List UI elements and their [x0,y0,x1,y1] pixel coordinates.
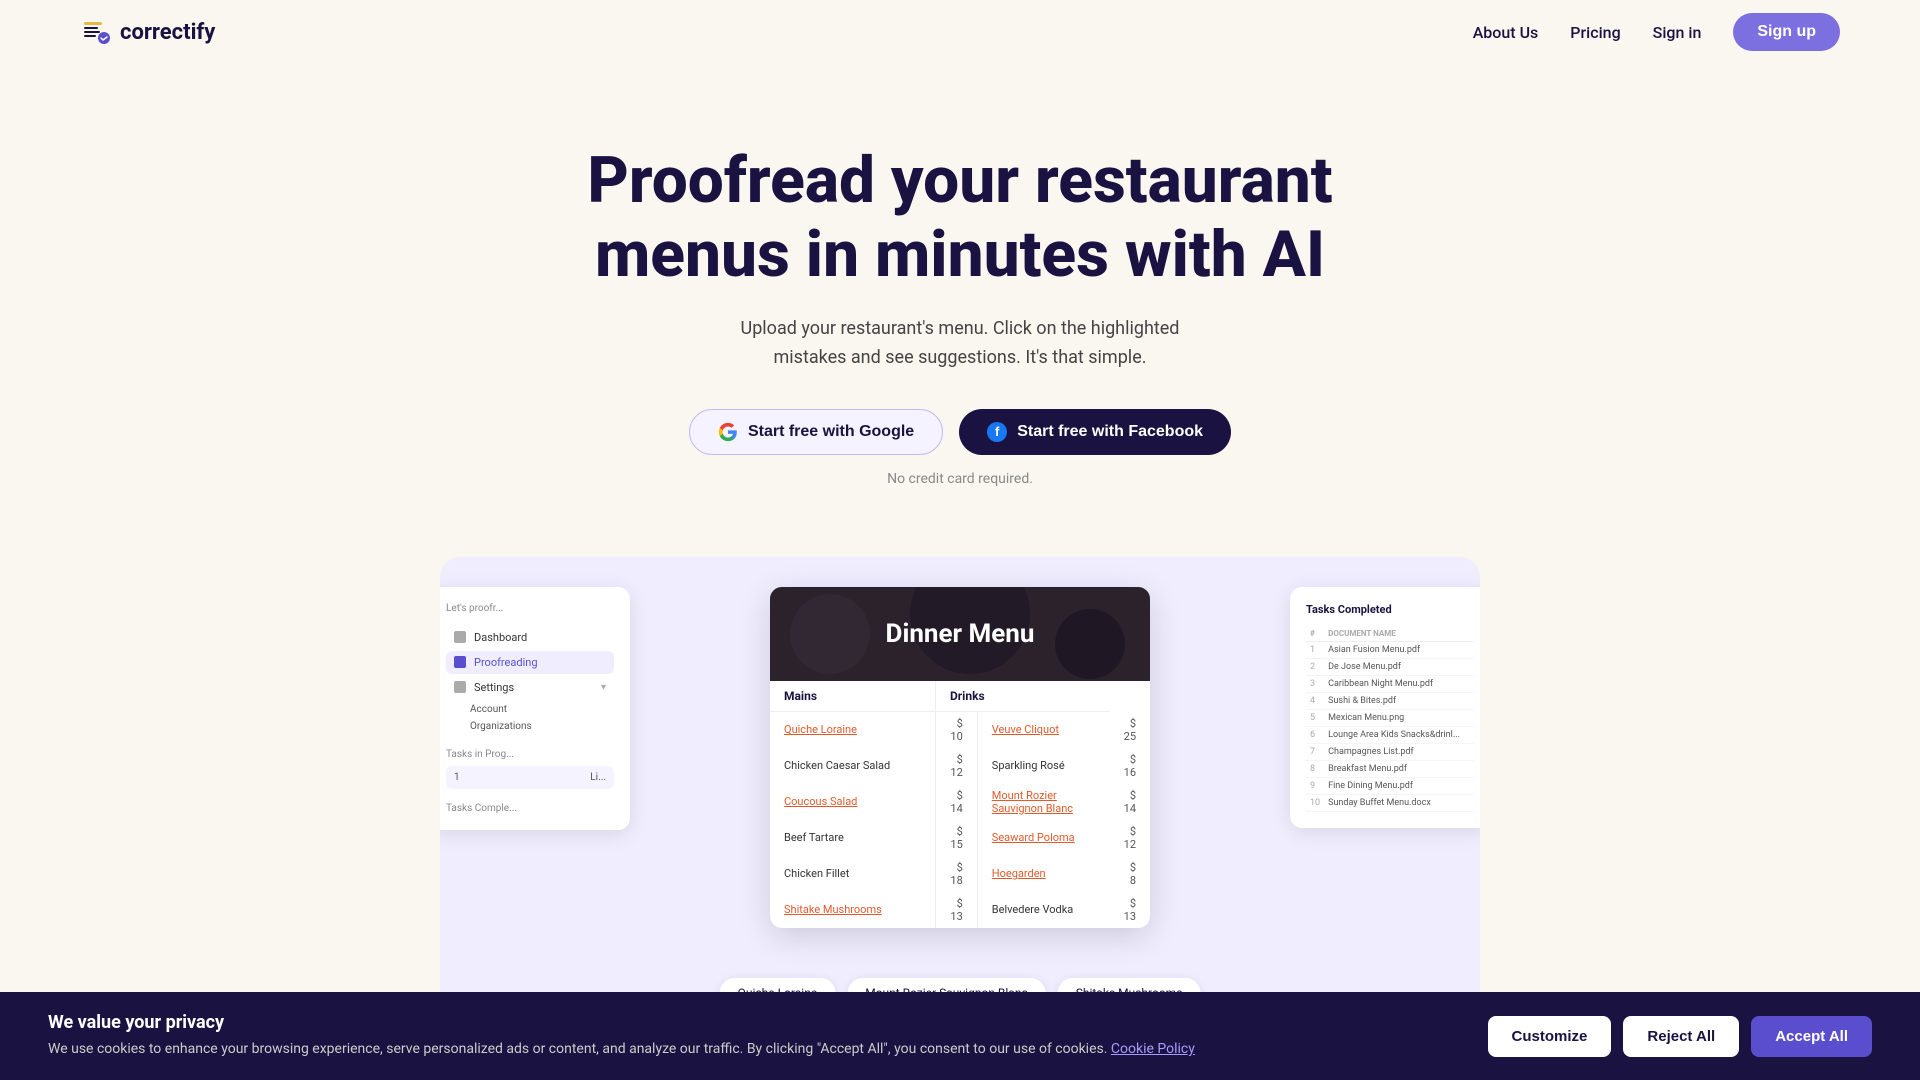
chevron-icon: ▾ [601,682,606,693]
sidebar-header-text: Let's proofr... [446,603,614,614]
dinner-menu-header: Dinner Menu [770,587,1150,681]
mains-header: Mains [770,681,935,712]
facebook-icon: f [987,422,1007,442]
completed-table-row: 6Lounge Area Kids Snacks&drinl... [1306,726,1474,743]
facebook-signup-button[interactable]: f Start free with Facebook [959,409,1231,455]
sidebar-nav-proofreading[interactable]: Proofreading [446,651,614,674]
google-signup-button[interactable]: Start free with Google [689,409,943,455]
google-button-label: Start free with Google [748,423,914,441]
settings-icon [454,681,466,693]
task-number: 1 [454,772,460,783]
sidebar-panel: Let's proofr... Dashboard Proofreading S… [440,587,630,830]
hero-section: Proofread your restaurant menus in minut… [0,64,1920,527]
completed-panel: Tasks Completed # DOCUMENT NAME 1Asian F… [1290,587,1480,828]
completed-table-row: 1Asian Fusion Menu.pdf [1306,641,1474,658]
completed-table-row: 2De Jose Menu.pdf [1306,658,1474,675]
cookie-actions: Customize Reject All Accept All [1488,1016,1872,1057]
tasks-completed-label: Tasks Comple... [446,803,614,814]
logo[interactable]: correctify [80,16,215,48]
completed-table-row: 3Caribbean Night Menu.pdf [1306,675,1474,692]
cookie-description: We use cookies to enhance your browsing … [48,1039,1464,1060]
sidebar-nav-settings[interactable]: Settings ▾ [446,676,614,699]
hero-buttons: Start free with Google f Start free with… [20,409,1900,455]
customize-button[interactable]: Customize [1488,1016,1612,1057]
cookie-title: We value your privacy [48,1012,1464,1033]
facebook-button-label: Start free with Facebook [1017,423,1203,441]
hero-title: Proofread your restaurant menus in minut… [580,144,1340,291]
dashboard-label: Dashboard [474,631,527,644]
navbar: correctify About Us Pricing Sign in Sign… [0,0,1920,64]
sidebar-organizations[interactable]: Organizations [446,718,614,735]
dinner-menu-body: Mains Drinks Quiche Loraine$ 10Veuve Cli… [770,681,1150,928]
task-filename: Li... [590,772,606,783]
nav-about-us[interactable]: About Us [1473,23,1539,42]
nav-signup-button[interactable]: Sign up [1733,13,1840,51]
hero-subtitle: Upload your restaurant's menu. Click on … [710,315,1210,373]
cookie-text-block: We value your privacy We use cookies to … [48,1012,1464,1060]
completed-table-row: 5Mexican Menu.png [1306,709,1474,726]
tasks-in-progress-section: Tasks in Prog... 1 Li... [446,749,614,789]
settings-label: Settings [474,681,514,694]
google-icon [718,422,738,442]
completed-table-row: 8Breakfast Menu.pdf [1306,760,1474,777]
nav-links: About Us Pricing Sign in Sign up [1473,13,1840,51]
completed-table-row: 7Champagnes List.pdf [1306,743,1474,760]
preview-container: Let's proofr... Dashboard Proofreading S… [440,557,1480,1028]
completed-col-name: DOCUMENT NAME [1324,626,1474,642]
nav-pricing[interactable]: Pricing [1570,23,1620,42]
proofreading-label: Proofreading [474,656,538,669]
completed-panel-title: Tasks Completed [1306,603,1474,616]
cookie-policy-link[interactable]: Cookie Policy [1111,1041,1195,1057]
completed-table: # DOCUMENT NAME 1Asian Fusion Menu.pdf2D… [1306,626,1474,812]
tasks-completed-section: Tasks Comple... [446,803,614,814]
reject-all-button[interactable]: Reject All [1623,1016,1739,1057]
completed-table-row: 4Sushi & Bites.pdf [1306,692,1474,709]
completed-table-row: 10Sunday Buffet Menu.docx [1306,794,1474,811]
accept-all-button[interactable]: Accept All [1751,1016,1872,1057]
cookie-desc-text: We use cookies to enhance your browsing … [48,1041,1107,1057]
no-credit-card-text: No credit card required. [20,471,1900,487]
dashboard-icon [454,631,466,643]
drinks-header: Drinks [935,681,1109,712]
nav-signin[interactable]: Sign in [1653,23,1702,42]
logo-text: correctify [120,20,215,45]
sidebar-nav-dashboard[interactable]: Dashboard [446,626,614,649]
completed-table-row: 9Fine Dining Menu.pdf [1306,777,1474,794]
completed-col-num: # [1306,626,1324,642]
task-item-1: 1 Li... [446,766,614,789]
tasks-in-progress-label: Tasks in Prog... [446,749,614,760]
sidebar-account[interactable]: Account [446,701,614,718]
dinner-menu-card: Dinner Menu Mains Drinks Quiche Loraine$… [770,587,1150,928]
dinner-menu-title: Dinner Menu [886,619,1035,649]
proofreading-icon [454,656,466,668]
cookie-banner: We value your privacy We use cookies to … [0,992,1920,1080]
menu-table: Mains Drinks Quiche Loraine$ 10Veuve Cli… [770,681,1150,928]
